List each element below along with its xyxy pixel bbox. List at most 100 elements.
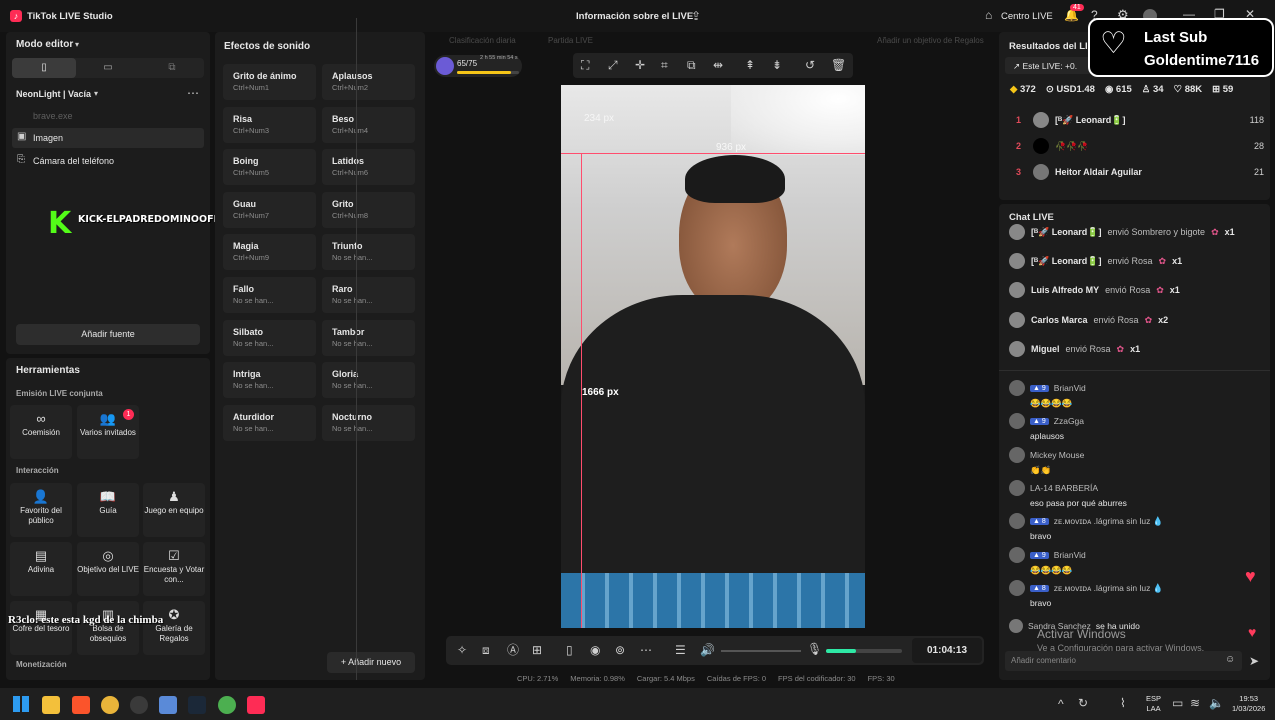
- rank-row[interactable]: 1 [ᴮ🚀 Leonard🔋] 118: [1009, 112, 1264, 128]
- rank-value: 118: [1249, 115, 1264, 125]
- progress-fill: [457, 71, 511, 74]
- more-options-icon[interactable]: ⋯: [187, 87, 199, 99]
- sound-effect-button[interactable]: Fallo No se han...: [223, 277, 316, 313]
- heart-reaction-icon: ♥: [1245, 566, 1256, 586]
- sliders-icon[interactable]: ☰: [675, 644, 686, 656]
- landscape-layout-button[interactable]: ▭: [76, 58, 140, 78]
- sound-effect-button[interactable]: Grito Ctrl+Num8: [322, 191, 415, 228]
- record-icon[interactable]: ◉: [590, 644, 600, 656]
- diamond-metric: ◆ 372: [1010, 84, 1036, 95]
- sound-effect-button[interactable]: Boing Ctrl+Num5: [223, 149, 316, 186]
- sound-effect-button[interactable]: Tambor No se han...: [322, 319, 415, 356]
- camera-target-icon[interactable]: ⊚: [615, 644, 625, 656]
- align-icon[interactable]: ⇞: [745, 59, 755, 71]
- audience-favorite-button[interactable]: 👤 Favorito del público: [10, 483, 72, 537]
- poll-button[interactable]: ☑ Encuesta y Votar con...: [143, 542, 205, 596]
- network-icon[interactable]: ⌇: [1120, 697, 1126, 709]
- tiktok-studio-icon[interactable]: [247, 696, 265, 714]
- centro-live-link[interactable]: Centro LIVE: [1001, 11, 1053, 22]
- sound-effect-button[interactable]: Nocturno No se han...: [322, 404, 415, 441]
- gift-gallery-button[interactable]: ✪ Galería de Regalos: [143, 601, 205, 655]
- sound-effect-button[interactable]: Beso Ctrl+Num4: [322, 106, 415, 143]
- share-icon[interactable]: ⇪: [691, 10, 701, 22]
- add-scene-icon[interactable]: ⊞: [532, 644, 542, 656]
- chat-user: LA-14 BARBERÍA: [1030, 483, 1099, 493]
- home-icon[interactable]: ⌂: [985, 9, 992, 21]
- multi-layout-button[interactable]: ⧉: [140, 58, 204, 78]
- gift-bag-button[interactable]: ▥ Bolsa de obsequios: [77, 601, 139, 655]
- rank-row[interactable]: 3 Heitor Aldair Aguilar 21: [1009, 164, 1264, 180]
- screen-share-icon[interactable]: ⧈: [482, 644, 490, 656]
- magic-icon[interactable]: ✧: [457, 644, 467, 656]
- team-game-button[interactable]: ♟ Juego en equipo: [143, 483, 205, 537]
- live-goal-button[interactable]: ◎ Objetivo del LIVE: [77, 542, 139, 596]
- copy-icon[interactable]: ⧉: [687, 59, 696, 71]
- steam-icon[interactable]: [188, 696, 206, 714]
- live-match-link[interactable]: Partida LIVE: [548, 36, 593, 45]
- sound-effect-button[interactable]: Triunfo No se han...: [322, 234, 415, 271]
- sound-effect-button[interactable]: Aplausos Ctrl+Num2: [322, 64, 415, 100]
- center-icon[interactable]: ✛: [635, 59, 645, 71]
- crop-icon[interactable]: ⌗: [661, 59, 668, 71]
- tray-chevron-icon[interactable]: ^: [1058, 698, 1064, 710]
- source-item[interactable]: brave.exe: [12, 107, 204, 125]
- guide-button[interactable]: 📖 Guía: [77, 483, 139, 537]
- this-live-chip[interactable]: ↗ Este LIVE: +0.: [1005, 57, 1095, 74]
- live-info-link[interactable]: Información sobre el LIVE: [576, 11, 693, 22]
- portrait-layout-button[interactable]: ▯: [12, 58, 76, 78]
- file-explorer-icon[interactable]: [42, 696, 60, 714]
- more-icon[interactable]: ⋯: [640, 644, 652, 656]
- windows-start-icon[interactable]: [13, 696, 29, 712]
- sound-effect-button[interactable]: Raro No se han...: [322, 277, 415, 313]
- phone-icon[interactable]: ▯: [566, 644, 573, 656]
- language-indicator[interactable]: ESP LAA: [1146, 694, 1161, 714]
- video-preview[interactable]: 234 px 936 px 1666 px: [561, 85, 865, 628]
- brave-icon[interactable]: [72, 696, 90, 714]
- fit-icon[interactable]: ⛶: [581, 59, 589, 71]
- sound-effect-button[interactable]: Aturdidor No se han...: [223, 404, 316, 441]
- tray-app-icon[interactable]: ↻: [1078, 697, 1088, 709]
- wifi-icon[interactable]: ≋: [1190, 697, 1200, 709]
- comment-input[interactable]: Añadir comentario ☺: [1005, 651, 1242, 671]
- guess-button[interactable]: ▤ Adivina: [10, 542, 72, 596]
- source-item[interactable]: ⎘ Cámara del teléfono: [12, 151, 204, 171]
- rotate-icon[interactable]: ↺: [805, 59, 815, 71]
- microphone-icon[interactable]: 🎙: [807, 643, 822, 655]
- chrome-icon[interactable]: [101, 696, 119, 714]
- volume-tray-icon[interactable]: 🔈: [1209, 697, 1224, 709]
- sound-effect-button[interactable]: Gloria No se han...: [322, 362, 415, 399]
- send-icon[interactable]: ➤: [1249, 655, 1259, 667]
- trash-icon[interactable]: 🗑: [831, 59, 846, 71]
- mode-editor-dropdown[interactable]: Modo editor: [16, 39, 73, 50]
- store-icon[interactable]: [159, 696, 177, 714]
- clock[interactable]: 19:53 1/03/2026: [1232, 694, 1265, 714]
- flip-icon[interactable]: ⇹: [713, 59, 723, 71]
- mic-level-track[interactable]: [826, 649, 902, 653]
- rank-row[interactable]: 2 🥀🥀🥀 28: [1009, 138, 1264, 154]
- sound-effect-button[interactable]: Grito de ánimo Ctrl+Num1: [223, 64, 316, 100]
- coemision-button[interactable]: ∞ Coemisión: [10, 405, 72, 459]
- sound-effect-button[interactable]: Guau Ctrl+Num7: [223, 191, 316, 228]
- layer-icon[interactable]: ⇟: [772, 59, 782, 71]
- add-new-sound-button[interactable]: + Añadir nuevo: [327, 652, 415, 673]
- chrome-profile-icon[interactable]: [218, 696, 236, 714]
- add-source-button[interactable]: Añadir fuente: [16, 324, 200, 345]
- daily-ranking-link[interactable]: Clasificación diaria: [449, 36, 516, 45]
- gift-goal-link[interactable]: Añadir un objetivo de Regalos: [877, 36, 984, 45]
- expand-icon[interactable]: ⤢: [608, 59, 618, 71]
- ai-icon[interactable]: Ⓐ: [507, 644, 519, 656]
- sound-effect-button[interactable]: Latidos Ctrl+Num6: [322, 149, 415, 186]
- sound-effect-button[interactable]: Risa Ctrl+Num3: [223, 106, 316, 143]
- source-item-selected[interactable]: ▣ Imagen: [12, 128, 204, 148]
- sound-effect-button[interactable]: Intriga No se han...: [223, 362, 316, 399]
- display-icon[interactable]: ▭: [1172, 697, 1183, 709]
- emoji-icon[interactable]: ☺: [1225, 655, 1235, 665]
- scene-selector[interactable]: NeonLight | Vacía: [16, 89, 91, 99]
- obs-icon[interactable]: [130, 696, 148, 714]
- sound-effect-button[interactable]: Silbato No se han...: [223, 319, 316, 356]
- volume-icon[interactable]: 🔊: [700, 644, 715, 656]
- volume-slider[interactable]: [721, 650, 801, 652]
- treasure-chest-button[interactable]: ▦ Cofre del tesoro: [10, 601, 72, 655]
- chat-panel: [999, 204, 1270, 680]
- sound-effect-button[interactable]: Magia Ctrl+Num9: [223, 234, 316, 271]
